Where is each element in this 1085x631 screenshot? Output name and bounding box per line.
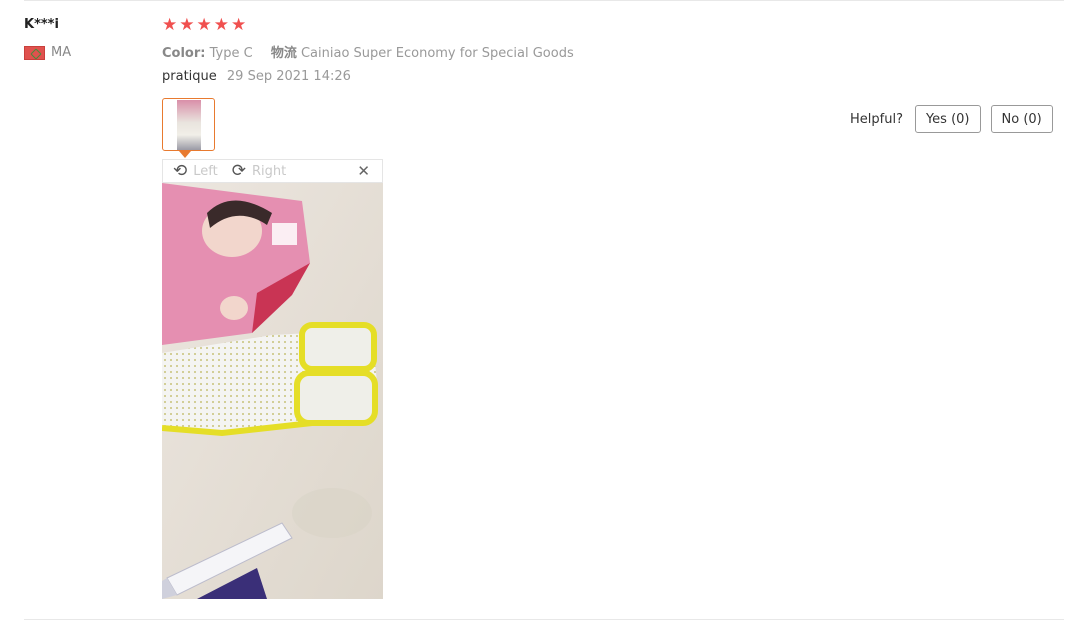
bottom-divider	[24, 619, 1064, 620]
helpful-label: Helpful?	[850, 111, 903, 127]
review-date: 29 Sep 2021 14:26	[226, 69, 351, 84]
rotate-left-icon[interactable]: ⟲	[173, 162, 187, 180]
helpful-no-button[interactable]: No (0)	[990, 105, 1053, 133]
product-attributes: Color: Type C 物流 Cainiao Super Economy f…	[162, 42, 588, 61]
rotate-right-label[interactable]: Right	[252, 164, 286, 179]
reviewer-country: MA	[24, 45, 71, 60]
review-body: pratique 29 Sep 2021 14:26	[162, 69, 351, 84]
star-icon: ★	[196, 15, 212, 35]
country-flag-icon	[24, 45, 45, 60]
star-icon: ★	[179, 15, 195, 35]
rotate-right-icon[interactable]: ⟳	[232, 162, 246, 180]
star-icon: ★	[231, 15, 247, 35]
review-comment: pratique	[162, 69, 217, 84]
photo-viewer-toolbar: ⟲ Left ⟳ Right ✕	[162, 159, 383, 183]
thumbnail-pointer	[179, 151, 191, 158]
country-code: MA	[51, 45, 72, 60]
helpful-yes-button[interactable]: Yes (0)	[914, 105, 981, 133]
reviewer-name: K***i	[24, 17, 59, 32]
close-icon[interactable]: ✕	[357, 162, 370, 180]
star-icon: ★	[162, 15, 178, 35]
rotate-left-label[interactable]: Left	[193, 164, 217, 179]
helpful-voting: Helpful? Yes (0) No (0)	[850, 105, 1053, 133]
review-photo-large[interactable]	[162, 183, 383, 599]
attribute-key: 物流	[270, 46, 297, 61]
thumbnail-image	[176, 99, 201, 150]
attribute-value: Cainiao Super Economy for Special Goods	[300, 46, 574, 61]
attribute-key: Color:	[162, 46, 206, 61]
review-photo-image	[162, 183, 383, 599]
top-divider	[24, 0, 1064, 1]
star-icon: ★	[213, 15, 229, 35]
star-rating: ★ ★ ★ ★ ★	[162, 15, 246, 35]
review-photo-thumbnail[interactable]	[162, 98, 215, 151]
attribute-value: Type C	[209, 46, 253, 61]
